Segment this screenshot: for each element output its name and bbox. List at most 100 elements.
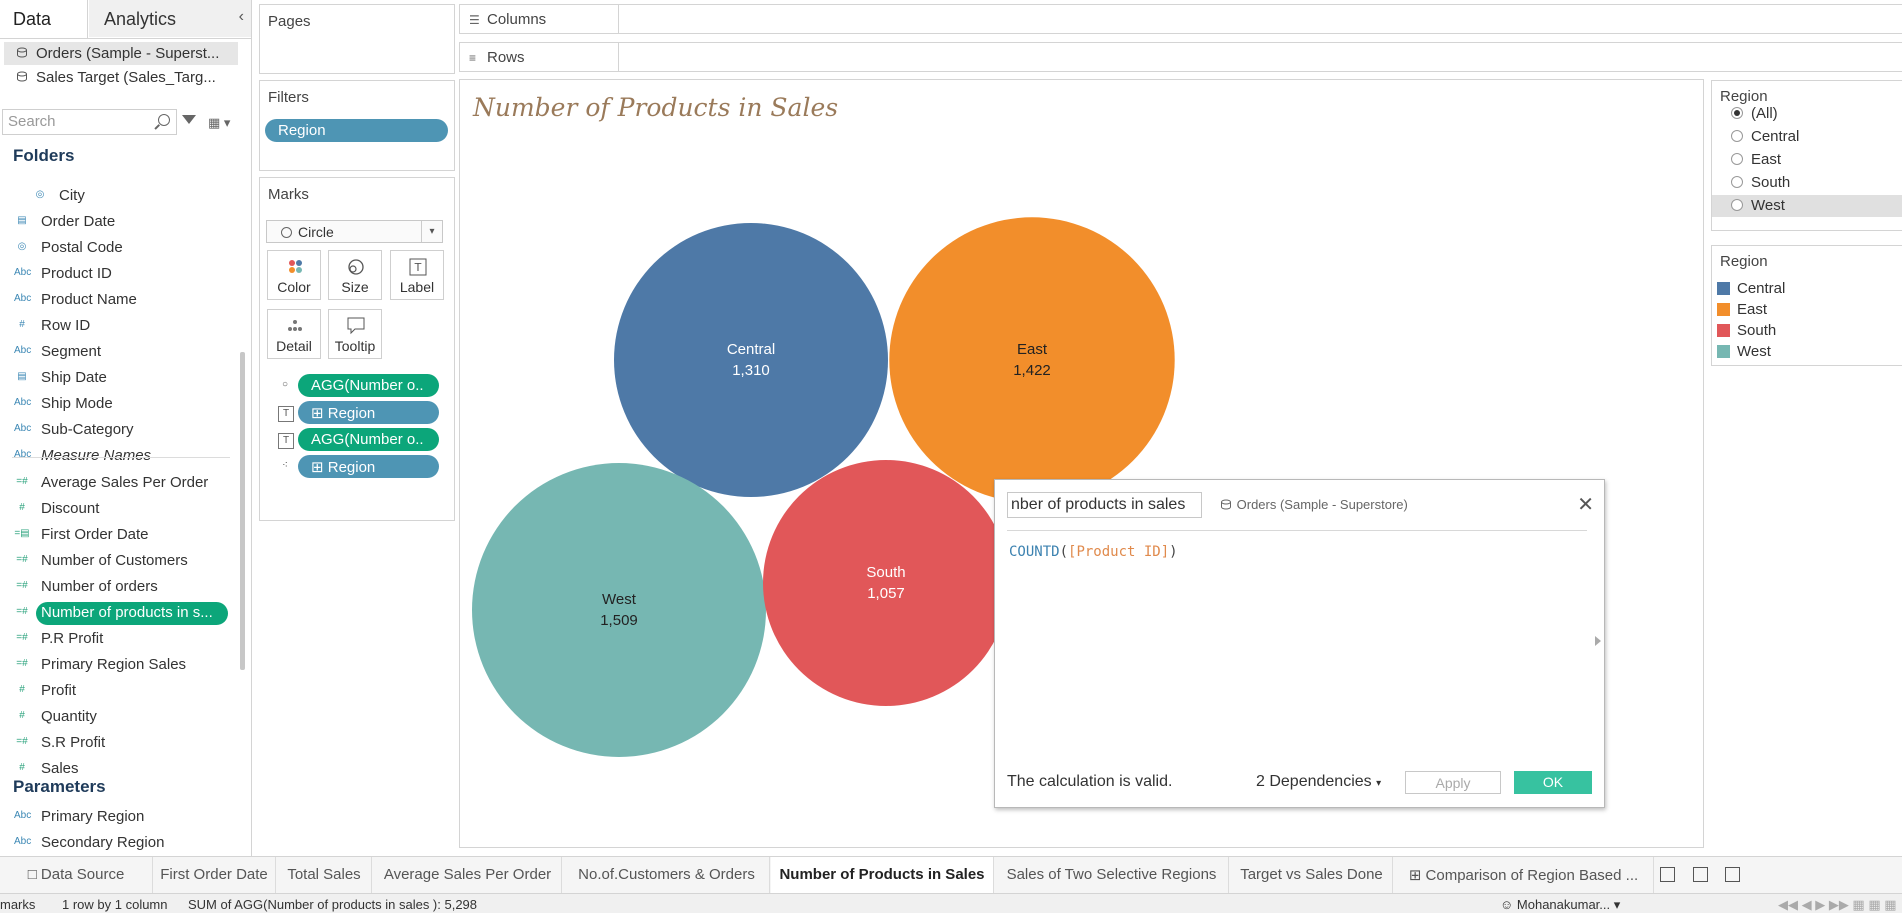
hash-icon: #: [19, 710, 25, 721]
field-search-input[interactable]: Search: [2, 109, 177, 135]
marks-label-button[interactable]: T Label: [390, 250, 444, 300]
new-dashboard-icon[interactable]: [1693, 867, 1708, 882]
sheet-tab[interactable]: First Order Date: [153, 857, 276, 893]
apply-button[interactable]: Apply: [1405, 771, 1501, 794]
mark-type-dropdown[interactable]: Circle ▾: [266, 220, 443, 243]
field-item[interactable]: # Quantity: [0, 705, 232, 729]
field-item[interactable]: =# Average Sales Per Order: [0, 471, 232, 495]
dependencies-label: 2 Dependencies: [1256, 773, 1372, 790]
field-item[interactable]: Abc Measure Names: [0, 444, 232, 468]
field-label: Sales: [41, 760, 79, 777]
field-label: S.R Profit: [41, 734, 106, 751]
field-item[interactable]: ▤ Ship Date: [0, 366, 232, 390]
bubble-west[interactable]: [472, 463, 766, 757]
status-marks: marks: [0, 897, 36, 912]
calc-name-input[interactable]: nber of products in sales: [1007, 492, 1202, 518]
legend-item[interactable]: East: [1717, 300, 1897, 321]
rows-shelf[interactable]: ≡ Rows: [459, 42, 1902, 72]
field-list-scrollbar[interactable]: [240, 352, 245, 670]
field-item[interactable]: =# Number of Customers: [0, 549, 232, 573]
field-item[interactable]: =# Primary Region Sales: [0, 653, 232, 677]
datasource-sales-target-label: Sales Target (Sales_Targ...: [36, 69, 216, 86]
sheet-tab[interactable]: Average Sales Per Order: [374, 857, 562, 893]
new-story-icon[interactable]: [1725, 867, 1740, 882]
field-item[interactable]: ▤ Order Date: [0, 210, 232, 234]
bubble-south[interactable]: [763, 460, 1009, 706]
sheet-tab[interactable]: No.of.Customers & Orders: [564, 857, 770, 893]
dependencies-dropdown[interactable]: 2 Dependencies ▾: [1256, 773, 1381, 791]
parameter-item[interactable]: Abc Primary Region: [0, 805, 232, 829]
filter-pill-region[interactable]: Region: [265, 119, 448, 142]
pages-label: Pages: [268, 13, 311, 30]
filter-icon[interactable]: [182, 115, 196, 124]
legend-item[interactable]: West: [1717, 342, 1897, 363]
parameter-item[interactable]: Abc Secondary Region: [0, 831, 232, 855]
expand-arrow-icon[interactable]: [1595, 636, 1601, 646]
marks-pill[interactable]: AGG(Number o..: [298, 428, 439, 451]
legend-item[interactable]: Central: [1717, 279, 1897, 300]
sheet-tab[interactable]: Number of Products in Sales: [771, 857, 994, 893]
close-icon[interactable]: ✕: [1577, 492, 1594, 517]
field-label: City: [59, 187, 85, 204]
formula-close-paren: ): [1169, 544, 1178, 560]
marks-pill[interactable]: AGG(Number o..: [298, 374, 439, 397]
marks-size-button[interactable]: Size: [328, 250, 382, 300]
field-item[interactable]: =# S.R Profit: [0, 731, 232, 755]
field-item[interactable]: =# Number of products in s...: [0, 601, 232, 625]
marks-pill[interactable]: ⊞ Region: [298, 401, 439, 424]
field-item[interactable]: Abc Segment: [0, 340, 232, 364]
calc-source: Orders (Sample - Superstore): [1220, 497, 1408, 512]
field-label: Discount: [41, 500, 100, 517]
calc-status: The calculation is valid.: [1007, 773, 1173, 790]
field-item[interactable]: =# P.R Profit: [0, 627, 232, 651]
bubble-central[interactable]: [614, 223, 888, 497]
field-item[interactable]: # Row ID: [0, 314, 232, 338]
datasource-sales-target[interactable]: Sales Target (Sales_Targ...: [4, 66, 238, 89]
marks-detail-button[interactable]: Detail: [267, 309, 321, 359]
field-label: Number of products in s...: [41, 604, 213, 621]
field-item[interactable]: Abc Product Name: [0, 288, 232, 312]
field-item[interactable]: Abc Sub-Category: [0, 418, 232, 442]
region-option[interactable]: South: [1720, 172, 1900, 194]
tab-data[interactable]: Data: [0, 0, 88, 38]
legend-label: East: [1737, 301, 1768, 318]
sheet-tab[interactable]: ⊞ Comparison of Region Based ...: [1394, 857, 1654, 893]
field-item[interactable]: ◎ Postal Code: [0, 236, 232, 260]
field-item[interactable]: =▤ First Order Date: [0, 523, 232, 547]
collapse-pane-icon[interactable]: ‹: [239, 8, 244, 26]
tab-analytics[interactable]: Analytics ‹: [89, 0, 251, 37]
marks-color-button[interactable]: Color: [267, 250, 321, 300]
columns-shelf[interactable]: ☰ Columns: [459, 4, 1902, 34]
view-options-icon[interactable]: ▦ ▾: [208, 115, 230, 131]
sheet-tab[interactable]: Target vs Sales Done: [1231, 857, 1393, 893]
label-icon: T: [278, 406, 294, 422]
field-item[interactable]: # Discount: [0, 497, 232, 521]
bubble-east[interactable]: [889, 217, 1175, 503]
new-worksheet-icon[interactable]: [1660, 867, 1675, 882]
calc-hash-icon: =#: [16, 606, 28, 617]
datasource-orders[interactable]: Orders (Sample - Superst...: [4, 42, 238, 65]
region-option[interactable]: West: [1712, 195, 1902, 217]
region-option[interactable]: Central: [1720, 126, 1900, 148]
marks-pill[interactable]: ⊞ Region: [298, 455, 439, 478]
radio-icon: [1731, 176, 1743, 188]
marks-tooltip-button[interactable]: Tooltip: [328, 309, 382, 359]
page-nav-icons[interactable]: ◀◀ ◀ ▶ ▶▶ ▦ ▦ ▦: [1778, 897, 1897, 913]
calc-formula-editor[interactable]: COUNTD([Product ID]): [1009, 544, 1178, 560]
user-menu[interactable]: ☺ Mohanakumar... ▾: [1500, 897, 1620, 913]
region-option[interactable]: (All): [1720, 103, 1900, 125]
sheet-tab[interactable]: □ Data Source: [0, 857, 153, 893]
field-item[interactable]: Abc Ship Mode: [0, 392, 232, 416]
circle-mark-icon: [281, 227, 292, 238]
legend-item[interactable]: South: [1717, 321, 1897, 342]
field-item[interactable]: Abc Product ID: [0, 262, 232, 286]
field-item[interactable]: =# Number of orders: [0, 575, 232, 599]
sheet-tab[interactable]: Sales of Two Selective Regions: [995, 857, 1229, 893]
label-icon: T: [278, 433, 294, 449]
region-option[interactable]: East: [1720, 149, 1900, 171]
size-label: Size: [341, 279, 369, 295]
sheet-tab[interactable]: Total Sales: [277, 857, 372, 893]
ok-button[interactable]: OK: [1514, 771, 1592, 794]
field-item[interactable]: ◎ City: [0, 184, 232, 208]
field-item[interactable]: # Profit: [0, 679, 232, 703]
